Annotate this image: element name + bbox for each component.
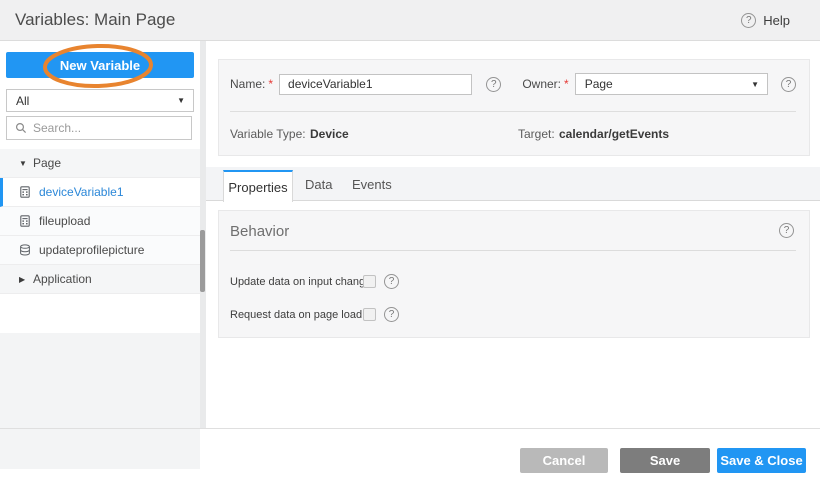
owner-required-marker: * xyxy=(564,77,569,91)
owner-value: Page xyxy=(585,77,613,91)
page-title: Variables: Main Page xyxy=(15,0,175,40)
help-question-icon: ? xyxy=(741,13,756,28)
tab-events[interactable]: Events xyxy=(352,169,392,201)
name-required-marker: * xyxy=(268,77,273,91)
update-data-checkbox[interactable] xyxy=(363,275,376,288)
triangle-expanded-icon: ▼ xyxy=(19,159,33,168)
behavior-section-title: Behavior xyxy=(230,223,289,240)
request-data-checkbox[interactable] xyxy=(363,308,376,321)
sidebar-empty-area xyxy=(0,333,200,469)
tree-group-label: Application xyxy=(33,272,92,286)
update-data-label: Update data on input change xyxy=(230,276,363,288)
chevron-down-icon: ▼ xyxy=(751,80,759,89)
tree-item-label: updateprofilepicture xyxy=(39,243,144,257)
name-help-icon[interactable]: ? xyxy=(486,77,501,92)
tree-item-devicevariable1[interactable]: deviceVariable1 xyxy=(0,178,200,207)
sidebar-scrollbar-thumb[interactable] xyxy=(200,230,205,292)
dialog-header: Variables: Main Page ? Help xyxy=(0,0,820,41)
update-data-help-icon[interactable]: ? xyxy=(384,274,399,289)
request-data-row: Request data on page load ? xyxy=(230,306,399,323)
variable-type-label: Variable Type: xyxy=(230,123,306,145)
cancel-button[interactable]: Cancel xyxy=(520,448,608,473)
tab-properties[interactable]: Properties xyxy=(223,170,293,202)
target-label: Target: xyxy=(518,123,555,145)
tab-bar: Properties Data Events xyxy=(206,167,820,201)
target-value: calendar/getEvents xyxy=(559,123,669,145)
variable-filter-dropdown[interactable]: All ▼ xyxy=(6,89,194,112)
help-link[interactable]: ? Help xyxy=(741,0,790,40)
behavior-help-icon[interactable]: ? xyxy=(779,223,794,238)
tree-item-updateprofilepicture[interactable]: updateprofilepicture xyxy=(0,236,200,265)
variable-type-value: Device xyxy=(310,123,349,145)
variable-summary-panel: Name: * ? Owner: * Page ▼ ? Variable Typ… xyxy=(218,59,810,156)
service-variable-icon xyxy=(19,244,31,256)
owner-help-icon[interactable]: ? xyxy=(781,77,796,92)
tab-data[interactable]: Data xyxy=(305,169,332,201)
help-label: Help xyxy=(763,13,790,28)
tree-item-fileupload[interactable]: fileupload xyxy=(0,207,200,236)
owner-label: Owner: xyxy=(522,77,561,91)
owner-select[interactable]: Page ▼ xyxy=(575,73,768,95)
filter-value: All xyxy=(16,94,29,108)
request-data-label: Request data on page load xyxy=(230,309,363,321)
search-input[interactable] xyxy=(33,121,191,135)
behavior-section: Behavior ? Update data on input change ?… xyxy=(218,210,810,338)
tree-group-page[interactable]: ▼ Page xyxy=(0,149,200,178)
tree-item-label: deviceVariable1 xyxy=(39,185,124,199)
chevron-down-icon: ▼ xyxy=(177,96,185,105)
footer-divider xyxy=(0,428,820,429)
behavior-divider xyxy=(230,250,796,251)
variables-tree: ▼ Page deviceVariable1 fil xyxy=(0,149,200,294)
update-data-row: Update data on input change ? xyxy=(230,273,399,290)
search-box xyxy=(6,116,192,140)
save-and-close-button[interactable]: Save & Close xyxy=(717,448,806,473)
triangle-collapsed-icon: ▶ xyxy=(19,275,33,284)
new-variable-button[interactable]: New Variable xyxy=(6,52,194,78)
tree-item-label: fileupload xyxy=(39,214,90,228)
name-field[interactable] xyxy=(279,74,472,95)
variables-dialog: Variables: Main Page ? Help New Variable… xyxy=(0,0,820,486)
device-variable-icon xyxy=(19,215,31,227)
device-variable-icon xyxy=(19,186,31,198)
save-button[interactable]: Save xyxy=(620,448,710,473)
tree-group-application[interactable]: ▶ Application xyxy=(0,265,200,294)
request-data-help-icon[interactable]: ? xyxy=(384,307,399,322)
form-divider xyxy=(230,111,796,112)
name-label: Name: xyxy=(230,77,265,91)
search-icon xyxy=(15,122,27,134)
tree-group-label: Page xyxy=(33,156,61,170)
